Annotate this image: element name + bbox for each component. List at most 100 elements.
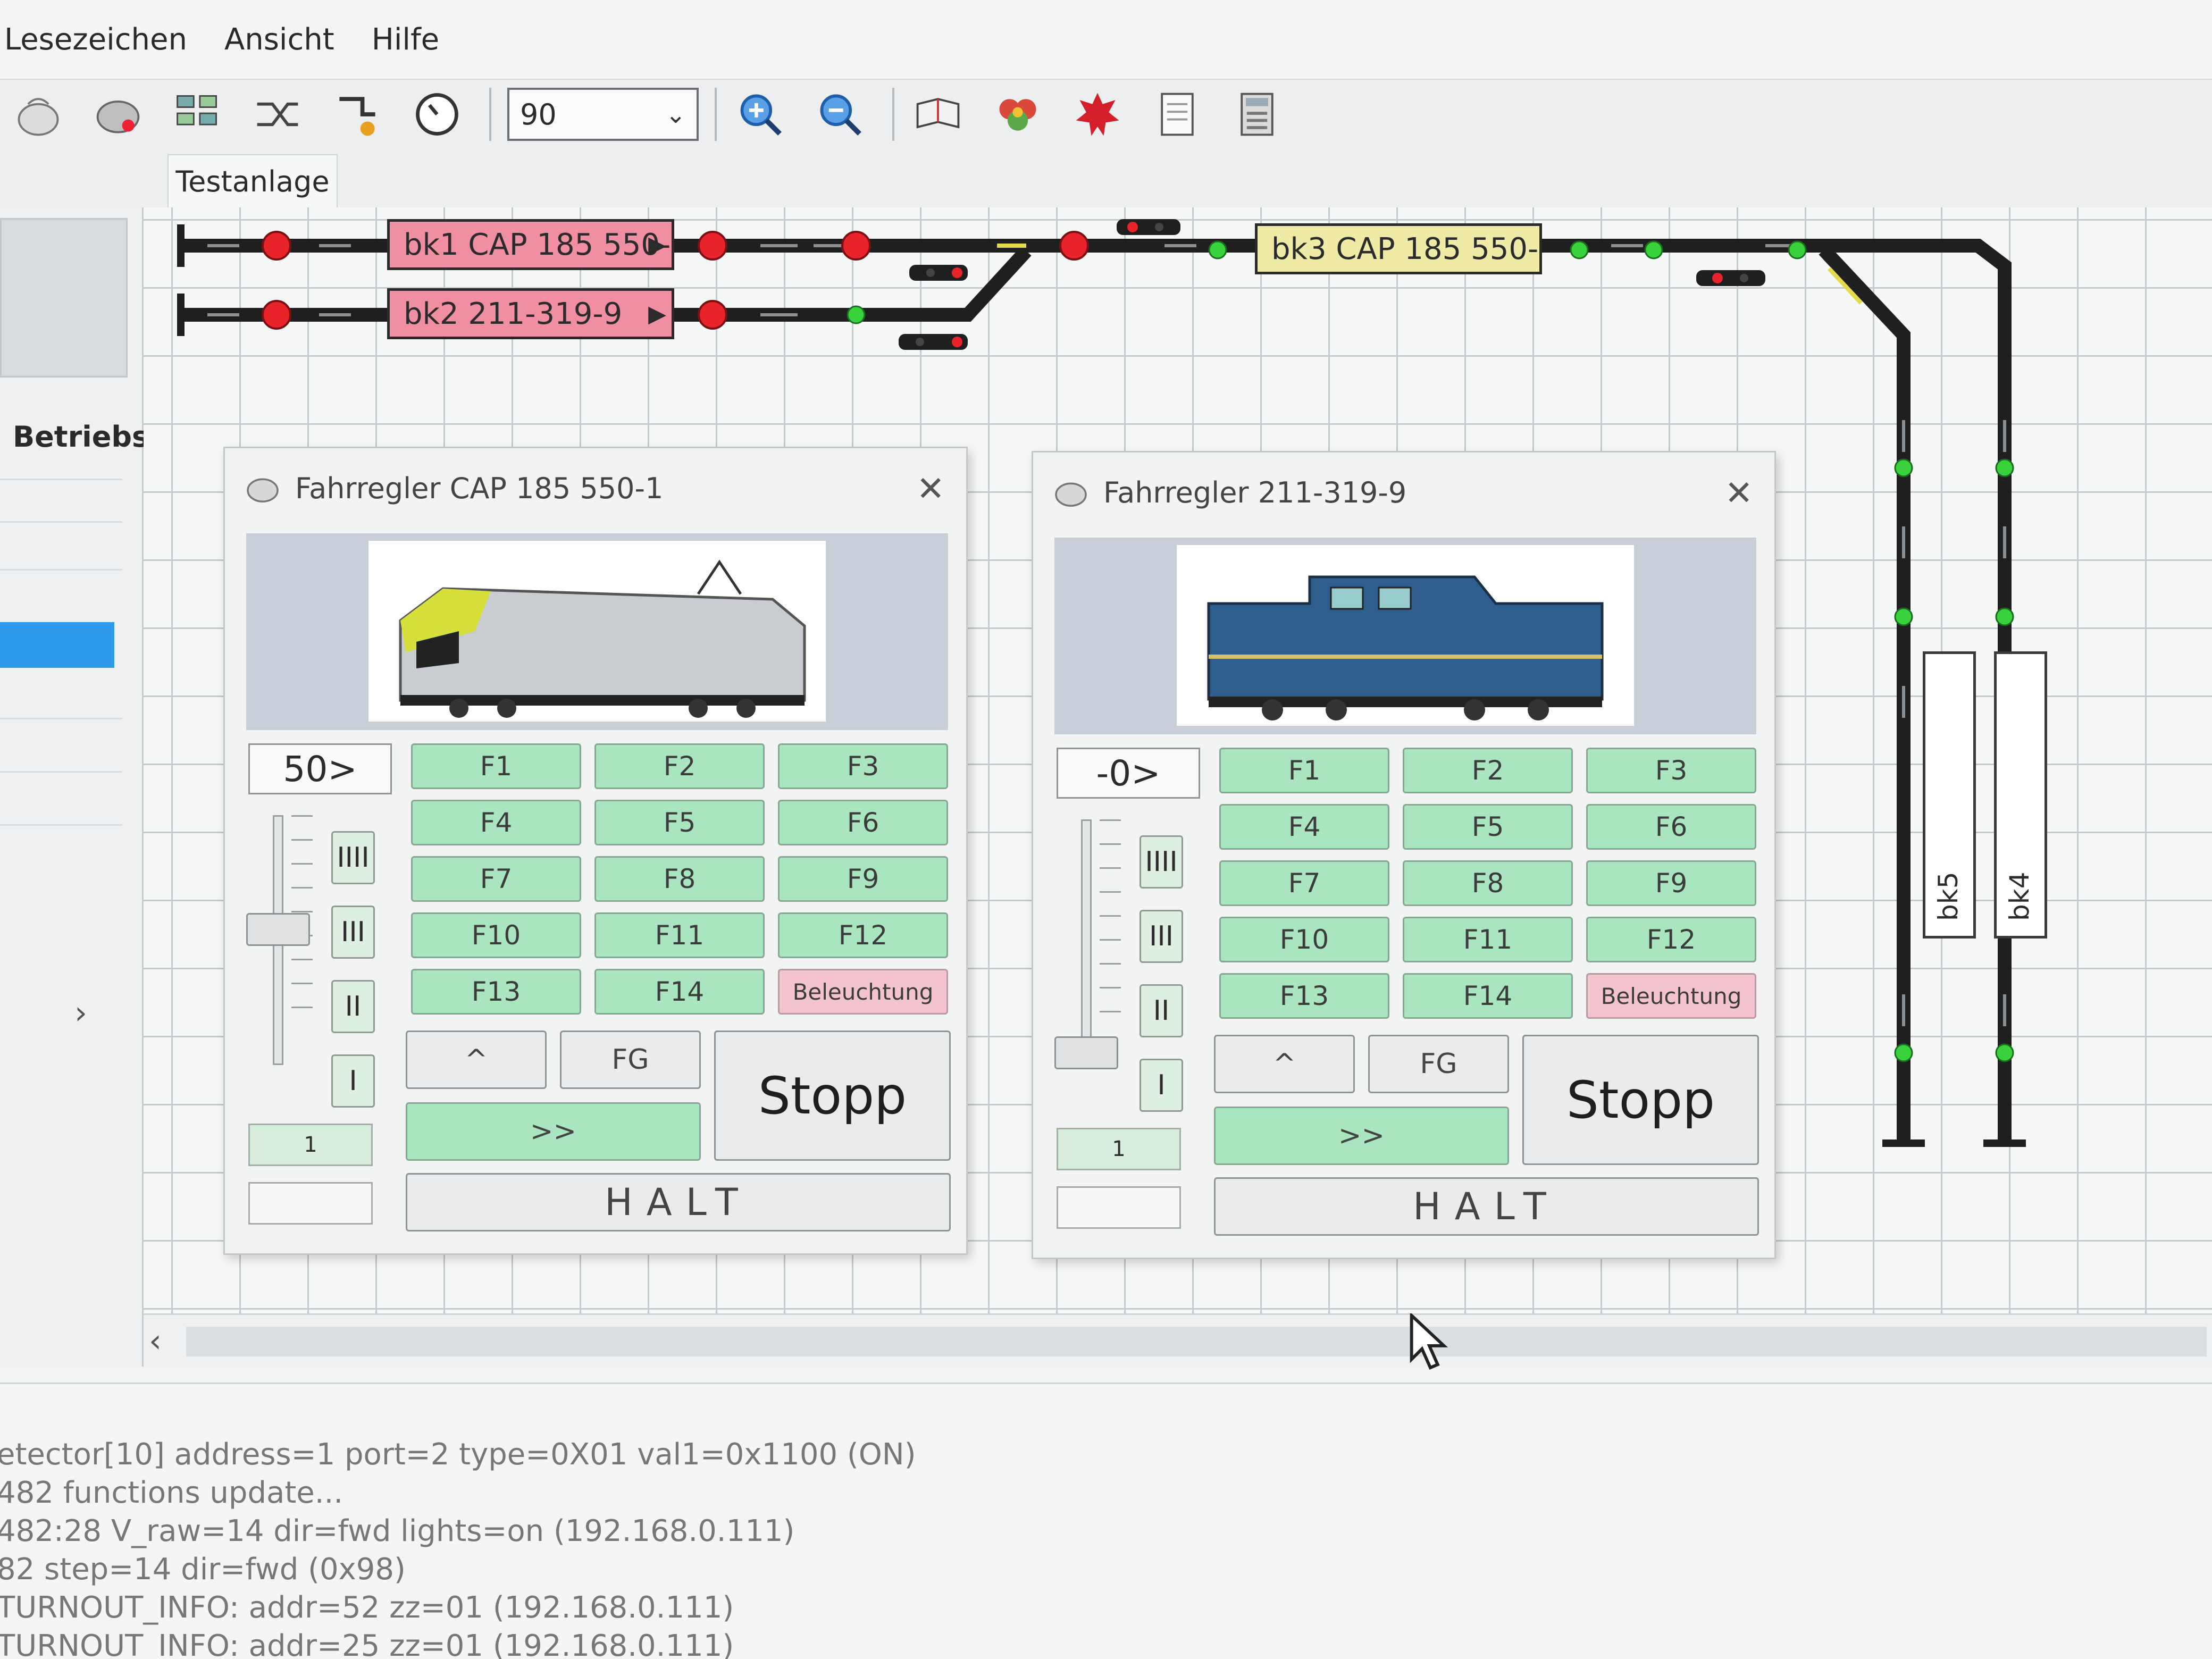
block-bk3[interactable]: bk3 CAP 185 550-1	[1255, 223, 1542, 274]
speed-step-4-button[interactable]: IIII	[1139, 835, 1183, 889]
locomotive-off-icon[interactable]	[11, 87, 66, 142]
locomotive-off-icon	[247, 478, 279, 502]
throttle-title-bar[interactable]: Fahrregler 211-319-9 ✕	[1033, 453, 1774, 532]
shuffle-icon[interactable]	[250, 87, 305, 142]
halt-button[interactable]: HALT	[1214, 1177, 1759, 1236]
function-f2-button[interactable]: F2	[594, 743, 765, 789]
function-f4-button[interactable]: F4	[1219, 804, 1389, 850]
function-f7-button[interactable]: F7	[1219, 860, 1389, 906]
speed-step-1-button[interactable]: I	[331, 1054, 375, 1108]
routes-icon[interactable]	[330, 87, 385, 142]
step-input[interactable]	[1057, 1186, 1181, 1229]
menu-ansicht[interactable]: Ansicht	[224, 22, 334, 57]
throttle-window-2[interactable]: Fahrregler 211-319-9 ✕ -0> IIII III II I…	[1032, 451, 1776, 1259]
scrollbar-thumb[interactable]	[186, 1327, 2207, 1356]
function-f5-button[interactable]: F5	[1403, 804, 1573, 850]
chevron-right-icon[interactable]: ›	[74, 994, 87, 1032]
function-f12-button[interactable]: F12	[1586, 917, 1756, 962]
zoom-in-icon[interactable]	[733, 87, 788, 142]
zoom-out-icon[interactable]	[812, 87, 868, 142]
function-f2-button[interactable]: F2	[1403, 748, 1573, 793]
list-divider	[0, 479, 122, 480]
function-f9-button[interactable]: F9	[778, 856, 948, 902]
book-icon[interactable]	[910, 87, 966, 142]
function-light-button[interactable]: Beleuchtung	[1586, 973, 1756, 1019]
speed-step-3-button[interactable]: III	[331, 906, 375, 959]
step-value[interactable]: 1	[248, 1124, 373, 1166]
document-icon[interactable]	[1150, 87, 1205, 142]
function-f10-button[interactable]: F10	[411, 912, 581, 958]
halt-button[interactable]: HALT	[406, 1173, 951, 1231]
log-line: 482:28 V_raw=14 dir=fwd lights=on (192.1…	[0, 1514, 795, 1548]
function-f5-button[interactable]: F5	[594, 800, 765, 845]
direction-up-button[interactable]: ^	[406, 1030, 547, 1089]
function-f1-button[interactable]: F1	[411, 743, 581, 789]
fg-button[interactable]: FG	[560, 1030, 701, 1089]
locomotive-on-icon[interactable]	[90, 87, 146, 142]
step-value[interactable]: 1	[1057, 1128, 1181, 1170]
function-f8-button[interactable]: F8	[1403, 860, 1573, 906]
function-f12-button[interactable]: F12	[778, 912, 948, 958]
close-icon[interactable]: ✕	[916, 470, 945, 509]
left-panel: Betriebs ›	[0, 207, 149, 1367]
throttle-title-bar[interactable]: Fahrregler CAP 185 550-1 ✕	[225, 448, 966, 528]
function-f14-button[interactable]: F14	[1403, 973, 1573, 1019]
speed-step-1-button[interactable]: I	[1139, 1059, 1183, 1112]
chevron-left-icon[interactable]: ‹	[149, 1322, 162, 1360]
function-f1-button[interactable]: F1	[1219, 748, 1389, 793]
function-f7-button[interactable]: F7	[411, 856, 581, 902]
function-f11-button[interactable]: F11	[1403, 917, 1573, 962]
block-bk1[interactable]: bk1 CAP 185 550-1 ▶	[387, 219, 674, 270]
fg-button[interactable]: FG	[1368, 1035, 1509, 1093]
speed-step-2-button[interactable]: II	[331, 980, 375, 1033]
step-input[interactable]	[248, 1182, 373, 1225]
function-f13-button[interactable]: F13	[411, 969, 581, 1015]
function-f6-button[interactable]: F6	[778, 800, 948, 845]
block-bk3-label: bk3 CAP 185 550-1	[1271, 231, 1542, 266]
direction-up-button[interactable]: ^	[1214, 1035, 1355, 1093]
function-f14-button[interactable]: F14	[594, 969, 765, 1015]
chevron-down-icon: ⌄	[665, 100, 686, 129]
horizontal-scrollbar[interactable]: ‹	[144, 1313, 2212, 1367]
list-item-selected[interactable]	[0, 622, 114, 668]
forward-button[interactable]: >>	[1214, 1107, 1509, 1165]
stop-button[interactable]: Stopp	[1522, 1035, 1759, 1165]
speed-step-3-button[interactable]: III	[1139, 910, 1183, 963]
speed-step-4-button[interactable]: IIII	[331, 831, 375, 884]
stop-button[interactable]: Stopp	[714, 1030, 951, 1161]
function-f11-button[interactable]: F11	[594, 912, 765, 958]
clock-icon[interactable]	[409, 87, 465, 142]
function-f6-button[interactable]: F6	[1586, 804, 1756, 850]
speed-display: -0>	[1057, 748, 1200, 799]
block-bk2[interactable]: bk2 211-319-9 ▶	[387, 288, 674, 339]
throttle-window-1[interactable]: Fahrregler CAP 185 550-1 ✕ 50> IIII III …	[223, 447, 968, 1255]
function-f10-button[interactable]: F10	[1219, 917, 1389, 962]
signal-red	[841, 231, 871, 261]
alarm-icon[interactable]	[1070, 87, 1125, 142]
menu-hilfe[interactable]: Hilfe	[372, 22, 439, 57]
function-f9-button[interactable]: F9	[1586, 860, 1756, 906]
menu-lesezeichen[interactable]: Lesezeichen	[4, 22, 187, 57]
speed-slider-thumb[interactable]	[1054, 1036, 1118, 1069]
function-f3-button[interactable]: F3	[1586, 748, 1756, 793]
block-bk4[interactable]: bk4	[1994, 651, 2047, 939]
block-grid-icon[interactable]	[170, 87, 225, 142]
function-f4-button[interactable]: F4	[411, 800, 581, 845]
block-bk5[interactable]: bk5	[1923, 651, 1976, 939]
slider-ticks	[1100, 819, 1121, 1069]
function-f13-button[interactable]: F13	[1219, 973, 1389, 1019]
calculator-icon[interactable]	[1229, 87, 1285, 142]
tab-testanlage[interactable]: Testanlage	[167, 154, 338, 207]
function-f8-button[interactable]: F8	[594, 856, 765, 902]
heart-flower-icon[interactable]	[990, 87, 1045, 142]
forward-button[interactable]: >>	[406, 1102, 701, 1161]
speed-slider-thumb[interactable]	[246, 912, 310, 946]
list-divider	[0, 569, 122, 571]
zoom-select[interactable]: 90 ⌄	[507, 88, 699, 141]
close-icon[interactable]: ✕	[1724, 474, 1753, 513]
speed-step-2-button[interactable]: II	[1139, 984, 1183, 1037]
function-f3-button[interactable]: F3	[778, 743, 948, 789]
function-light-button[interactable]: Beleuchtung	[778, 969, 948, 1015]
speed-slider-track[interactable]	[1081, 819, 1092, 1069]
layout-thumbnail[interactable]	[0, 218, 128, 378]
